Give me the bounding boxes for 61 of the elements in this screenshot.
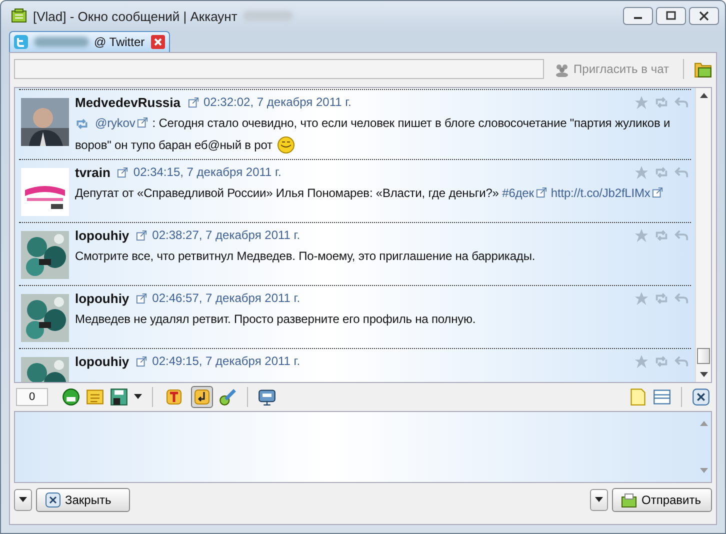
star-icon[interactable]	[634, 164, 649, 180]
close-tab-icon[interactable]	[150, 34, 166, 50]
scroll-down-icon[interactable]	[700, 372, 708, 378]
link[interactable]: http://t.co/Jb2fLIMx	[550, 186, 664, 200]
window-title: [Vlad] - Окно сообщений | Аккаунт	[33, 8, 238, 24]
message-text: Смотрите все, что ретвитнул Медведев. По-моему, это приглашение на баррикады.	[75, 249, 536, 263]
close-button[interactable]	[689, 7, 719, 25]
external-link-icon[interactable]	[136, 230, 148, 240]
close-icon[interactable]	[692, 388, 710, 406]
message-text: @rykov : Сегодня стало очевидно, что если человек пишет в блоге словосочетание "партия жуликов и воров" он тупо баран еб@ный в рот	[75, 116, 670, 152]
link[interactable]: @rykov	[95, 116, 148, 130]
scrollbar-thumb[interactable]	[697, 348, 710, 364]
link[interactable]: #6дек	[502, 186, 547, 200]
status-field[interactable]	[14, 59, 544, 79]
character-counter: 0	[16, 388, 48, 406]
author-name[interactable]: MedvedevRussia	[75, 94, 180, 110]
author-name[interactable]: lopouhiy	[75, 228, 130, 242]
bird-icon	[13, 34, 29, 50]
minimize-button[interactable]	[623, 7, 653, 25]
author-name[interactable]: lopouhiy	[75, 290, 130, 306]
star-icon[interactable]	[634, 354, 649, 368]
external-link-icon[interactable]	[136, 292, 148, 304]
timestamp: 02:38:27, 7 декабря 2011 г.	[152, 228, 300, 242]
message-text: Депутат от «Справедливой России» Илья Пономарев: «Власти, где деньги?» #6дек http://t.co/Jb2fLIMx	[75, 186, 668, 200]
blurred-account-name	[243, 11, 294, 21]
message-text: Медведев не удалял ретвит. Просто разверните его профиль на полную.	[75, 312, 476, 326]
star-icon[interactable]	[634, 228, 649, 242]
maximize-button[interactable]	[656, 7, 686, 25]
star-icon[interactable]	[634, 290, 649, 306]
external-link-icon[interactable]	[536, 187, 547, 198]
menu-dropdown-button[interactable]	[14, 489, 32, 511]
window-layout-icon[interactable]	[653, 388, 671, 406]
author-name[interactable]: lopouhiy	[75, 354, 130, 368]
note-icon[interactable]	[86, 388, 104, 406]
close-chat-button[interactable]: Закрыть	[36, 488, 130, 512]
scroll-up-icon[interactable]	[700, 92, 708, 98]
send-options-button[interactable]	[590, 489, 608, 511]
external-link-icon[interactable]	[137, 117, 148, 128]
timestamp: 02:34:15, 7 декабря 2011 г.	[133, 165, 282, 179]
send-button[interactable]: Отправить	[612, 488, 712, 512]
timestamp: 02:46:57, 7 декабря 2011 г.	[152, 291, 300, 305]
external-link-icon[interactable]	[136, 356, 148, 366]
folder-icon[interactable]	[694, 60, 712, 78]
smiley-icon[interactable]	[62, 388, 80, 406]
star-icon[interactable]	[634, 94, 649, 110]
tools-icon[interactable]	[219, 388, 237, 406]
timestamp: 02:49:15, 7 декабря 2011 г.	[152, 354, 300, 368]
author-name[interactable]: tvrain	[75, 164, 110, 180]
timestamp: 02:32:02, 7 декабря 2011 г.	[204, 95, 352, 109]
send-mode-button[interactable]	[191, 386, 213, 408]
external-link-icon[interactable]	[652, 187, 664, 198]
external-link-icon[interactable]	[117, 166, 128, 178]
close-icon	[45, 492, 61, 508]
app-icon	[11, 8, 27, 24]
chat-tab[interactable]: @ Twitter	[9, 31, 170, 52]
new-note-icon[interactable]	[629, 388, 647, 406]
caret-icon[interactable]	[134, 394, 142, 400]
floppy-icon[interactable]	[110, 388, 128, 406]
external-link-icon[interactable]	[188, 96, 198, 108]
caret-icon	[19, 497, 27, 503]
caret-icon	[595, 497, 604, 503]
